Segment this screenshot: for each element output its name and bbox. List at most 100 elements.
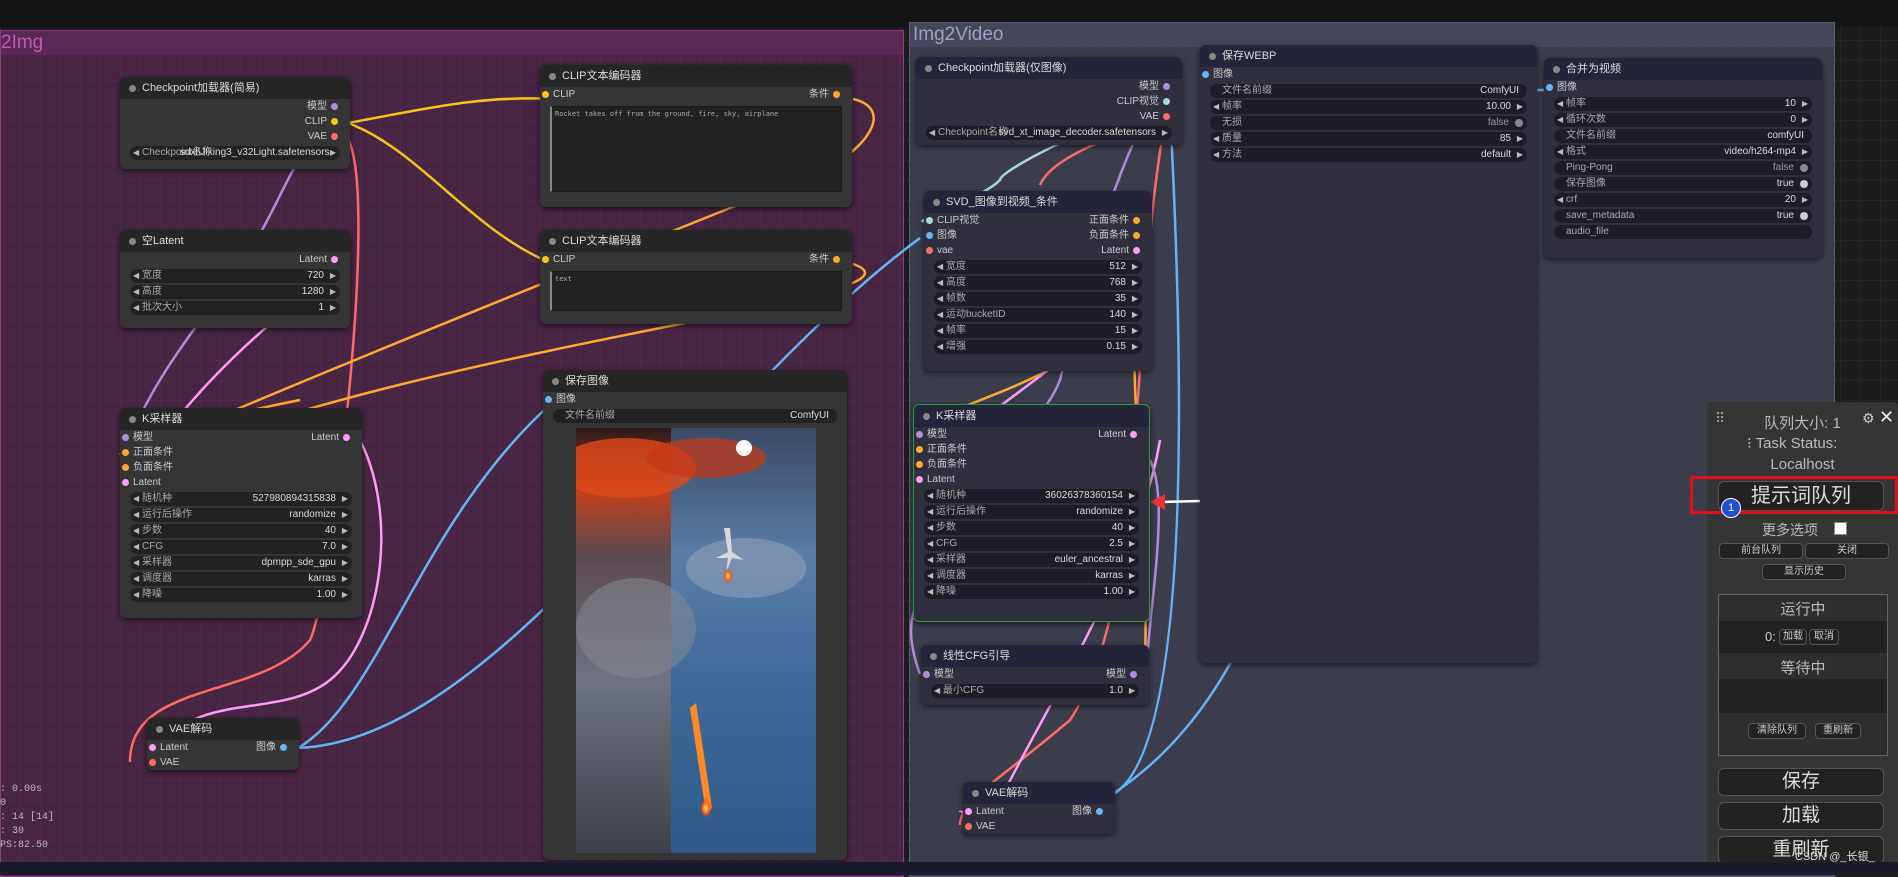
seed-widget[interactable]: 随机种 527980894315838: [130, 492, 352, 506]
video-combine-node[interactable]: 合并为视频 图像 帧率 10 循环次数 0 文件名前缀 comfyUI 格式 video…: [1544, 58, 1822, 258]
denoise-widget[interactable]: 降噪 1.00: [130, 588, 352, 602]
node-title[interactable]: 线性CFG引导: [921, 645, 1149, 667]
cfg-widget[interactable]: CFG 2.5: [924, 537, 1139, 551]
width-widget[interactable]: 宽度 512: [934, 260, 1142, 274]
lossless-toggle[interactable]: 无损 false: [1210, 116, 1527, 130]
more-options-checkbox[interactable]: [1834, 522, 1847, 535]
input-model[interactable]: 模型 Latent: [122, 431, 354, 445]
io-model[interactable]: 模型 模型: [923, 668, 1141, 682]
format-widget[interactable]: 格式 video/h264-mp4: [1554, 145, 1812, 159]
filename-prefix-widget[interactable]: 文件名前缀 comfyUI: [1554, 129, 1812, 143]
seed-widget[interactable]: 随机种 360263783601​54: [924, 489, 1139, 503]
node-title[interactable]: K采样器: [914, 405, 1149, 427]
input-model[interactable]: 模型 Latent: [916, 428, 1141, 442]
pingpong-toggle[interactable]: Ping-Pong false: [1554, 161, 1812, 175]
width-widget[interactable]: 宽度 720: [130, 269, 340, 283]
close-queue-button[interactable]: 关闭: [1805, 543, 1889, 559]
output-latent[interactable]: Latent: [311, 431, 354, 445]
output-image[interactable]: 图像: [256, 741, 291, 755]
input-image[interactable]: 图像: [1202, 68, 1529, 82]
cond-output-dot[interactable]: [1133, 216, 1140, 224]
latent-output-dot[interactable]: [1130, 430, 1137, 438]
node-title[interactable]: CLIP文本编码器: [540, 230, 852, 252]
gear-icon[interactable]: ⚙: [1862, 410, 1875, 427]
model-input-dot[interactable]: [923, 670, 930, 678]
cond-output-dot[interactable]: [833, 90, 840, 98]
loop-count-widget[interactable]: 循环次数 0: [1554, 113, 1812, 127]
model-input-dot[interactable]: [916, 430, 923, 438]
ksampler-node[interactable]: K采样器 模型 Latent 正面条件 负面条件 Latent 随机种 527980…: [120, 408, 362, 618]
height-widget[interactable]: 高度 1280: [130, 285, 340, 299]
filename-prefix-widget[interactable]: 文件名前缀 ComfyUI: [553, 409, 837, 423]
ckpt-name-widget[interactable]: Checkpoint名称svd_xt_image_decoder.safeten…: [926, 126, 1172, 140]
input-vae[interactable]: VAE: [149, 756, 291, 770]
latent-output-dot[interactable]: [1133, 246, 1140, 254]
cond-output-dot[interactable]: [833, 255, 840, 263]
vae-input-dot[interactable]: [926, 246, 933, 254]
node-title[interactable]: 合并为视频: [1544, 58, 1822, 80]
input-vae[interactable]: VAE: [965, 820, 1107, 834]
image-input-dot[interactable]: [1546, 83, 1553, 91]
show-history-button[interactable]: 显示历史: [1762, 564, 1846, 580]
ckpt-name-widget[interactable]: Checkpoint名称sdxl\Jlking3_v32Light.safete…: [130, 146, 340, 160]
node-title[interactable]: 空Latent: [120, 230, 350, 252]
fps-widget[interactable]: 帧率 10.00: [1210, 100, 1527, 114]
output-model[interactable]: 模型: [128, 100, 342, 114]
vae-input-dot[interactable]: [965, 822, 972, 830]
latent-input-dot[interactable]: [916, 475, 923, 483]
augmentation-widget[interactable]: 增强 0.15: [934, 340, 1142, 354]
image-output-dot[interactable]: [280, 743, 287, 751]
clip-input-dot[interactable]: [542, 255, 549, 263]
save-metadata-toggle[interactable]: save_metadata true: [1554, 209, 1812, 223]
cond-input-dot[interactable]: [122, 448, 129, 456]
model-output-dot[interactable]: [1130, 670, 1137, 678]
latent-output-dot[interactable]: [331, 255, 338, 263]
queue-panel[interactable]: ⠿ 队列大小: 1 ⚙ ✕ ⁝ Task Status: Localhost 提…: [1690, 402, 1898, 875]
model-output-dot[interactable]: [331, 102, 338, 110]
input-clip[interactable]: CLIP 条件: [542, 88, 844, 102]
cond-output-dot[interactable]: [1133, 231, 1140, 239]
input-image[interactable]: 图像: [1546, 81, 1814, 95]
image-output-dot[interactable]: [1096, 807, 1103, 815]
output-cond[interactable]: 条件: [809, 88, 844, 102]
latent-input-dot[interactable]: [122, 478, 129, 486]
input-latent[interactable]: Latent: [916, 473, 1141, 487]
batch-widget[interactable]: 批次大小 1: [130, 301, 340, 315]
save-webp-node[interactable]: 保存WEBP 图像 文件名前缀 ComfyUI 帧率 10.00 无损 false 质…: [1200, 45, 1537, 663]
running-item[interactable]: 0: 加载 取消: [1719, 621, 1887, 653]
node-title[interactable]: Checkpoint加载器(仅图像): [916, 57, 1182, 79]
vae-input-dot[interactable]: [149, 758, 156, 766]
fps-widget[interactable]: 帧率 15: [934, 324, 1142, 338]
model-input-dot[interactable]: [122, 433, 129, 441]
node-title[interactable]: CLIP文本编码器: [540, 65, 852, 87]
input-image[interactable]: 图像: [545, 393, 839, 407]
crf-widget[interactable]: crf 20: [1554, 193, 1812, 207]
output-latent[interactable]: Latent: [128, 253, 342, 267]
output-image[interactable]: 图像: [1072, 805, 1107, 819]
output-latent[interactable]: Latent: [1098, 428, 1141, 442]
output-model[interactable]: 模型: [924, 80, 1174, 94]
close-icon[interactable]: ✕: [1879, 407, 1894, 428]
checkpoint-loader-simple-node[interactable]: Checkpoint加载器(简易) 模型 CLIP VAE Checkpoint…: [120, 77, 350, 169]
control-widget[interactable]: 运行后操作 randomize: [130, 508, 352, 522]
scheduler-widget[interactable]: 调度器 karras: [924, 569, 1139, 583]
refresh-queue-button[interactable]: 重刷新: [1815, 723, 1861, 739]
clip-input-dot[interactable]: [542, 90, 549, 98]
group-title[interactable]: Img2Video: [910, 23, 1834, 47]
input-negative[interactable]: 负面条件: [916, 458, 1141, 472]
node-title[interactable]: VAE解码: [963, 782, 1115, 804]
vae-decode-node[interactable]: VAE解码 Latent 图像 VAE: [147, 718, 299, 770]
node-title[interactable]: VAE解码: [147, 718, 299, 740]
cancel-item-button[interactable]: 取消: [1809, 629, 1839, 645]
filename-prefix-widget[interactable]: 文件名前缀 ComfyUI: [1210, 84, 1527, 98]
node-title[interactable]: K采样器: [120, 408, 362, 430]
preview-image[interactable]: [576, 428, 816, 853]
cfg-widget[interactable]: CFG 7.0: [130, 540, 352, 554]
queue-list[interactable]: 运行中 0: 加载 取消 等待中 清除队列 重刷新: [1718, 594, 1888, 756]
height-widget[interactable]: 高度 768: [934, 276, 1142, 290]
linear-cfg-guidance-node[interactable]: 线性CFG引导 模型 模型 最小CFG 1.0: [921, 645, 1149, 705]
method-widget[interactable]: 方法 default: [1210, 148, 1527, 162]
sampler-widget[interactable]: 采样器 dpmpp_sde_gpu: [130, 556, 352, 570]
input-clip[interactable]: CLIP 条件: [542, 253, 844, 267]
save-output-toggle[interactable]: 保存图像 true: [1554, 177, 1812, 191]
